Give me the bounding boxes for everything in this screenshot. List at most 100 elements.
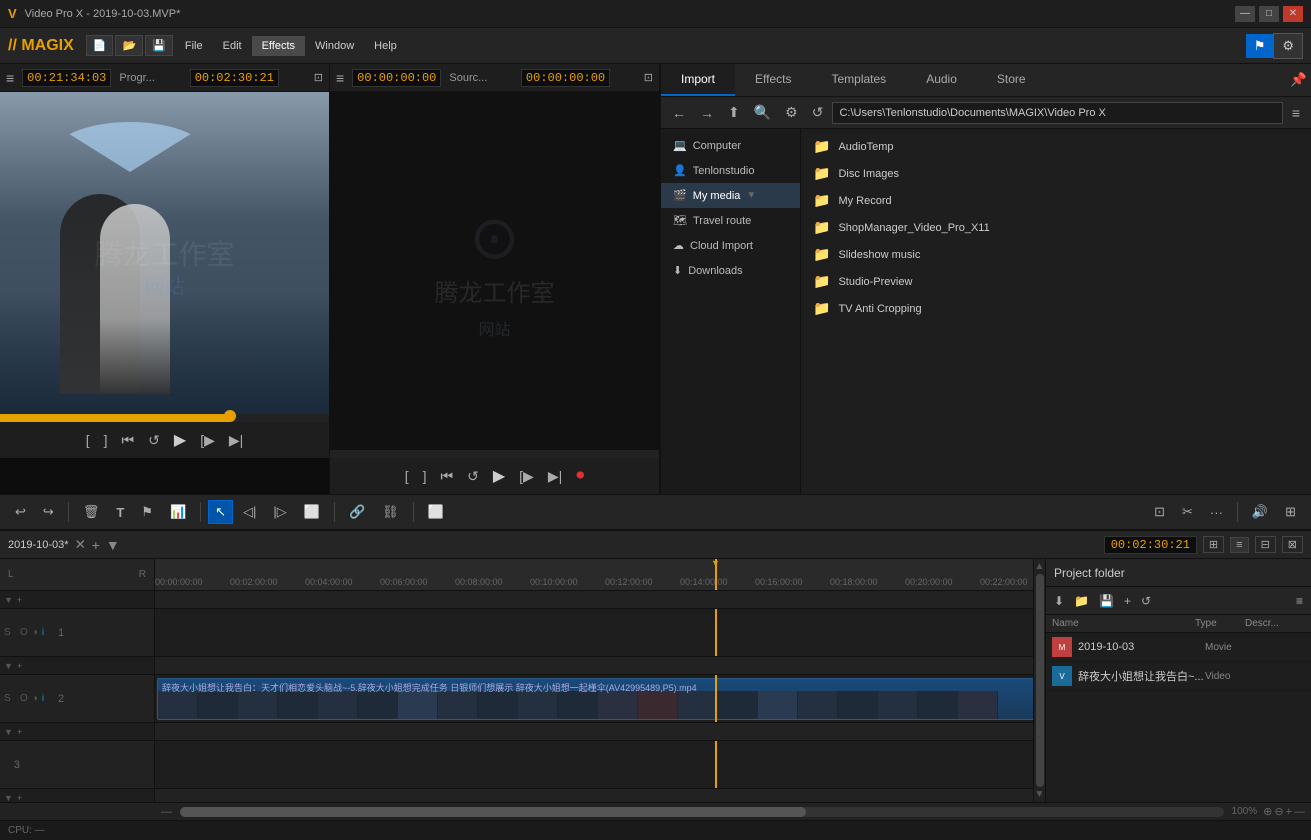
source-mark-out-button[interactable]: ] <box>419 466 431 486</box>
track-2-expand-button[interactable]: ▼ <box>4 661 13 671</box>
project-refresh-button[interactable]: ↺ <box>1137 592 1155 610</box>
tab-store[interactable]: Store <box>977 64 1046 96</box>
folder-slideshowmusic[interactable]: 📁 Slideshow music <box>805 241 1307 268</box>
program-prev-frame-button[interactable]: ⏮ <box>118 430 139 451</box>
program-expand-button[interactable]: ⊡ <box>314 71 323 84</box>
close-button[interactable]: ✕ <box>1283 6 1303 22</box>
project-folder-button[interactable]: 📁 <box>1070 592 1093 610</box>
project-download-button[interactable]: ⬇ <box>1050 592 1068 610</box>
sidebar-item-travelroute[interactable]: 🗺 Travel route <box>661 208 800 233</box>
more-button[interactable]: ··· <box>1203 501 1230 524</box>
sidebar-item-cloudimport[interactable]: ☁ Cloud Import <box>661 233 800 258</box>
text-button[interactable]: T <box>109 501 131 524</box>
undo-button[interactable]: ↩ <box>8 500 33 524</box>
timeline-thumb-view-button[interactable]: ⊟ <box>1255 536 1276 553</box>
zoom-out-button[interactable]: — <box>161 806 172 818</box>
zoom-minus-button[interactable]: — <box>1294 806 1305 818</box>
sidebar-item-downloads[interactable]: ⬇ Downloads <box>661 258 800 283</box>
source-end-button[interactable]: ▶| <box>544 466 566 487</box>
histogram-button[interactable]: 📊 <box>163 500 193 524</box>
folder-shopmanager[interactable]: 📁 ShopManager_Video_Pro_X11 <box>805 214 1307 241</box>
gear-button[interactable]: ⚙ <box>1273 33 1303 59</box>
open-button[interactable]: 📂 <box>115 35 143 56</box>
magnetic-snap-button[interactable]: ⊡ <box>1147 500 1172 524</box>
folder-tvanticropping[interactable]: 📁 TV Anti Cropping <box>805 295 1307 322</box>
source-progress-bar[interactable] <box>330 450 659 458</box>
new-button[interactable]: 📄 <box>86 35 114 56</box>
media-refresh-button[interactable]: ↺ <box>807 102 829 123</box>
project-save-button[interactable]: 💾 <box>1095 592 1118 610</box>
program-mark-out-button[interactable]: ] <box>100 430 112 450</box>
folder-myrecord[interactable]: 📁 My Record <box>805 187 1307 214</box>
insert-button[interactable]: ⬜ <box>421 500 451 524</box>
timeline-scroll-up-button[interactable]: ▲ <box>1035 561 1045 572</box>
timeline-list-view-button[interactable]: ≡ <box>1230 537 1248 553</box>
redo-button[interactable]: ↪ <box>36 500 61 524</box>
video-clip-2[interactable]: 辞夜大小姐想让我告白：天才们相恋爱头脑战~-5.辞夜大小姐想完成任务 日银师们想… <box>157 678 1033 720</box>
edit-menu[interactable]: Edit <box>213 36 252 56</box>
ripple-trim-right-button[interactable]: |▷ <box>266 500 293 524</box>
timeline-vertical-scrollbar[interactable]: ▲ ▼ <box>1033 559 1045 802</box>
sidebar-item-mymedia[interactable]: 🎬 My media ▼ <box>661 183 800 208</box>
save-button[interactable]: 💾 <box>145 35 173 56</box>
track-4-expand-button[interactable]: ▼ <box>4 793 13 803</box>
unlink-button[interactable]: ⛓ <box>375 500 406 524</box>
volume-button[interactable]: 🔊 <box>1245 500 1275 524</box>
program-progress-thumb[interactable] <box>224 410 236 422</box>
timeline-grid-view-button[interactable]: ⊞ <box>1203 536 1224 553</box>
effects-menu[interactable]: Effects <box>252 36 305 56</box>
timeline-scroll-thumb[interactable] <box>1036 574 1044 787</box>
maximize-button[interactable]: □ <box>1259 6 1279 22</box>
link-button[interactable]: 🔗 <box>342 500 372 524</box>
program-progress-bar[interactable] <box>0 414 329 422</box>
razor-button[interactable]: ✂ <box>1175 500 1200 524</box>
source-prev-button[interactable]: ⏮ <box>437 466 458 487</box>
source-monitor-menu-button[interactable]: ≡ <box>336 70 344 86</box>
zoom-out-icon[interactable]: ⊖ <box>1274 805 1283 818</box>
project-file-row-1[interactable]: M 2019-10-03 Movie <box>1046 633 1311 662</box>
folder-discimages[interactable]: 📁 Disc Images <box>805 160 1307 187</box>
folder-studiopreview[interactable]: 📁 Studio-Preview <box>805 268 1307 295</box>
tab-effects[interactable]: Effects <box>735 64 811 96</box>
project-file-row-2[interactable]: V 辞夜大小姐想让我告白~... Video <box>1046 662 1311 691</box>
file-menu[interactable]: File <box>175 36 213 56</box>
source-play-button[interactable]: ▶ <box>489 464 509 488</box>
timeline-settings-button[interactable]: ⊞ <box>1278 500 1303 524</box>
program-play-button[interactable]: ▶ <box>170 428 190 452</box>
media-search-button[interactable]: 🔍 <box>749 102 776 123</box>
help-menu[interactable]: Help <box>364 36 407 56</box>
source-mark-in-button[interactable]: [ <box>401 466 413 486</box>
roll-edit-button[interactable]: ⬜ <box>297 500 327 524</box>
timeline-scroll-thumb-h[interactable] <box>180 807 806 817</box>
sidebar-item-tenlonstudio[interactable]: 👤 Tenlonstudio <box>661 158 800 183</box>
timeline-add-button[interactable]: + <box>92 537 100 553</box>
source-rewind-button[interactable]: ↺ <box>463 466 483 487</box>
timeline-scroll-down-button[interactable]: ▼ <box>1035 789 1045 800</box>
zoom-fit-button[interactable]: + <box>1286 806 1292 818</box>
timeline-close-button[interactable]: ✕ <box>75 537 86 553</box>
media-pin-button[interactable]: 📌 <box>1286 64 1311 96</box>
track-1-expand-button[interactable]: ▼ <box>4 595 13 605</box>
tab-templates[interactable]: Templates <box>811 64 906 96</box>
tab-audio[interactable]: Audio <box>906 64 977 96</box>
source-record-button[interactable]: ⏺ <box>572 465 588 487</box>
sidebar-item-computer[interactable]: 💻 Computer <box>661 133 800 158</box>
timeline-horizontal-scrollbar[interactable] <box>180 807 1224 817</box>
media-back-button[interactable]: ← <box>667 103 691 123</box>
timeline-playhead[interactable]: ▼ <box>715 559 717 590</box>
zoom-in-icon[interactable]: ⊕ <box>1263 805 1272 818</box>
program-next-button[interactable]: [▶ <box>196 430 219 451</box>
window-menu[interactable]: Window <box>305 36 364 56</box>
export-settings-button[interactable]: ⚑ <box>1246 34 1274 58</box>
tab-import[interactable]: Import <box>661 64 735 96</box>
ripple-trim-button[interactable]: ◁| <box>236 500 263 524</box>
minimize-button[interactable]: — <box>1235 6 1255 22</box>
program-end-button[interactable]: ▶| <box>225 430 247 451</box>
track-3-expand-button[interactable]: ▼ <box>4 727 13 737</box>
timeline-dropdown-button[interactable]: ▼ <box>106 537 120 553</box>
program-rewind-button[interactable]: ↺ <box>144 430 164 451</box>
media-settings-button[interactable]: ⚙ <box>780 102 803 123</box>
delete-button[interactable]: 🗑 <box>76 500 107 524</box>
media-path-bar[interactable]: C:\Users\Tenlonstudio\Documents\MAGIX\Vi… <box>832 102 1282 124</box>
source-expand-button[interactable]: ⊡ <box>644 71 653 84</box>
